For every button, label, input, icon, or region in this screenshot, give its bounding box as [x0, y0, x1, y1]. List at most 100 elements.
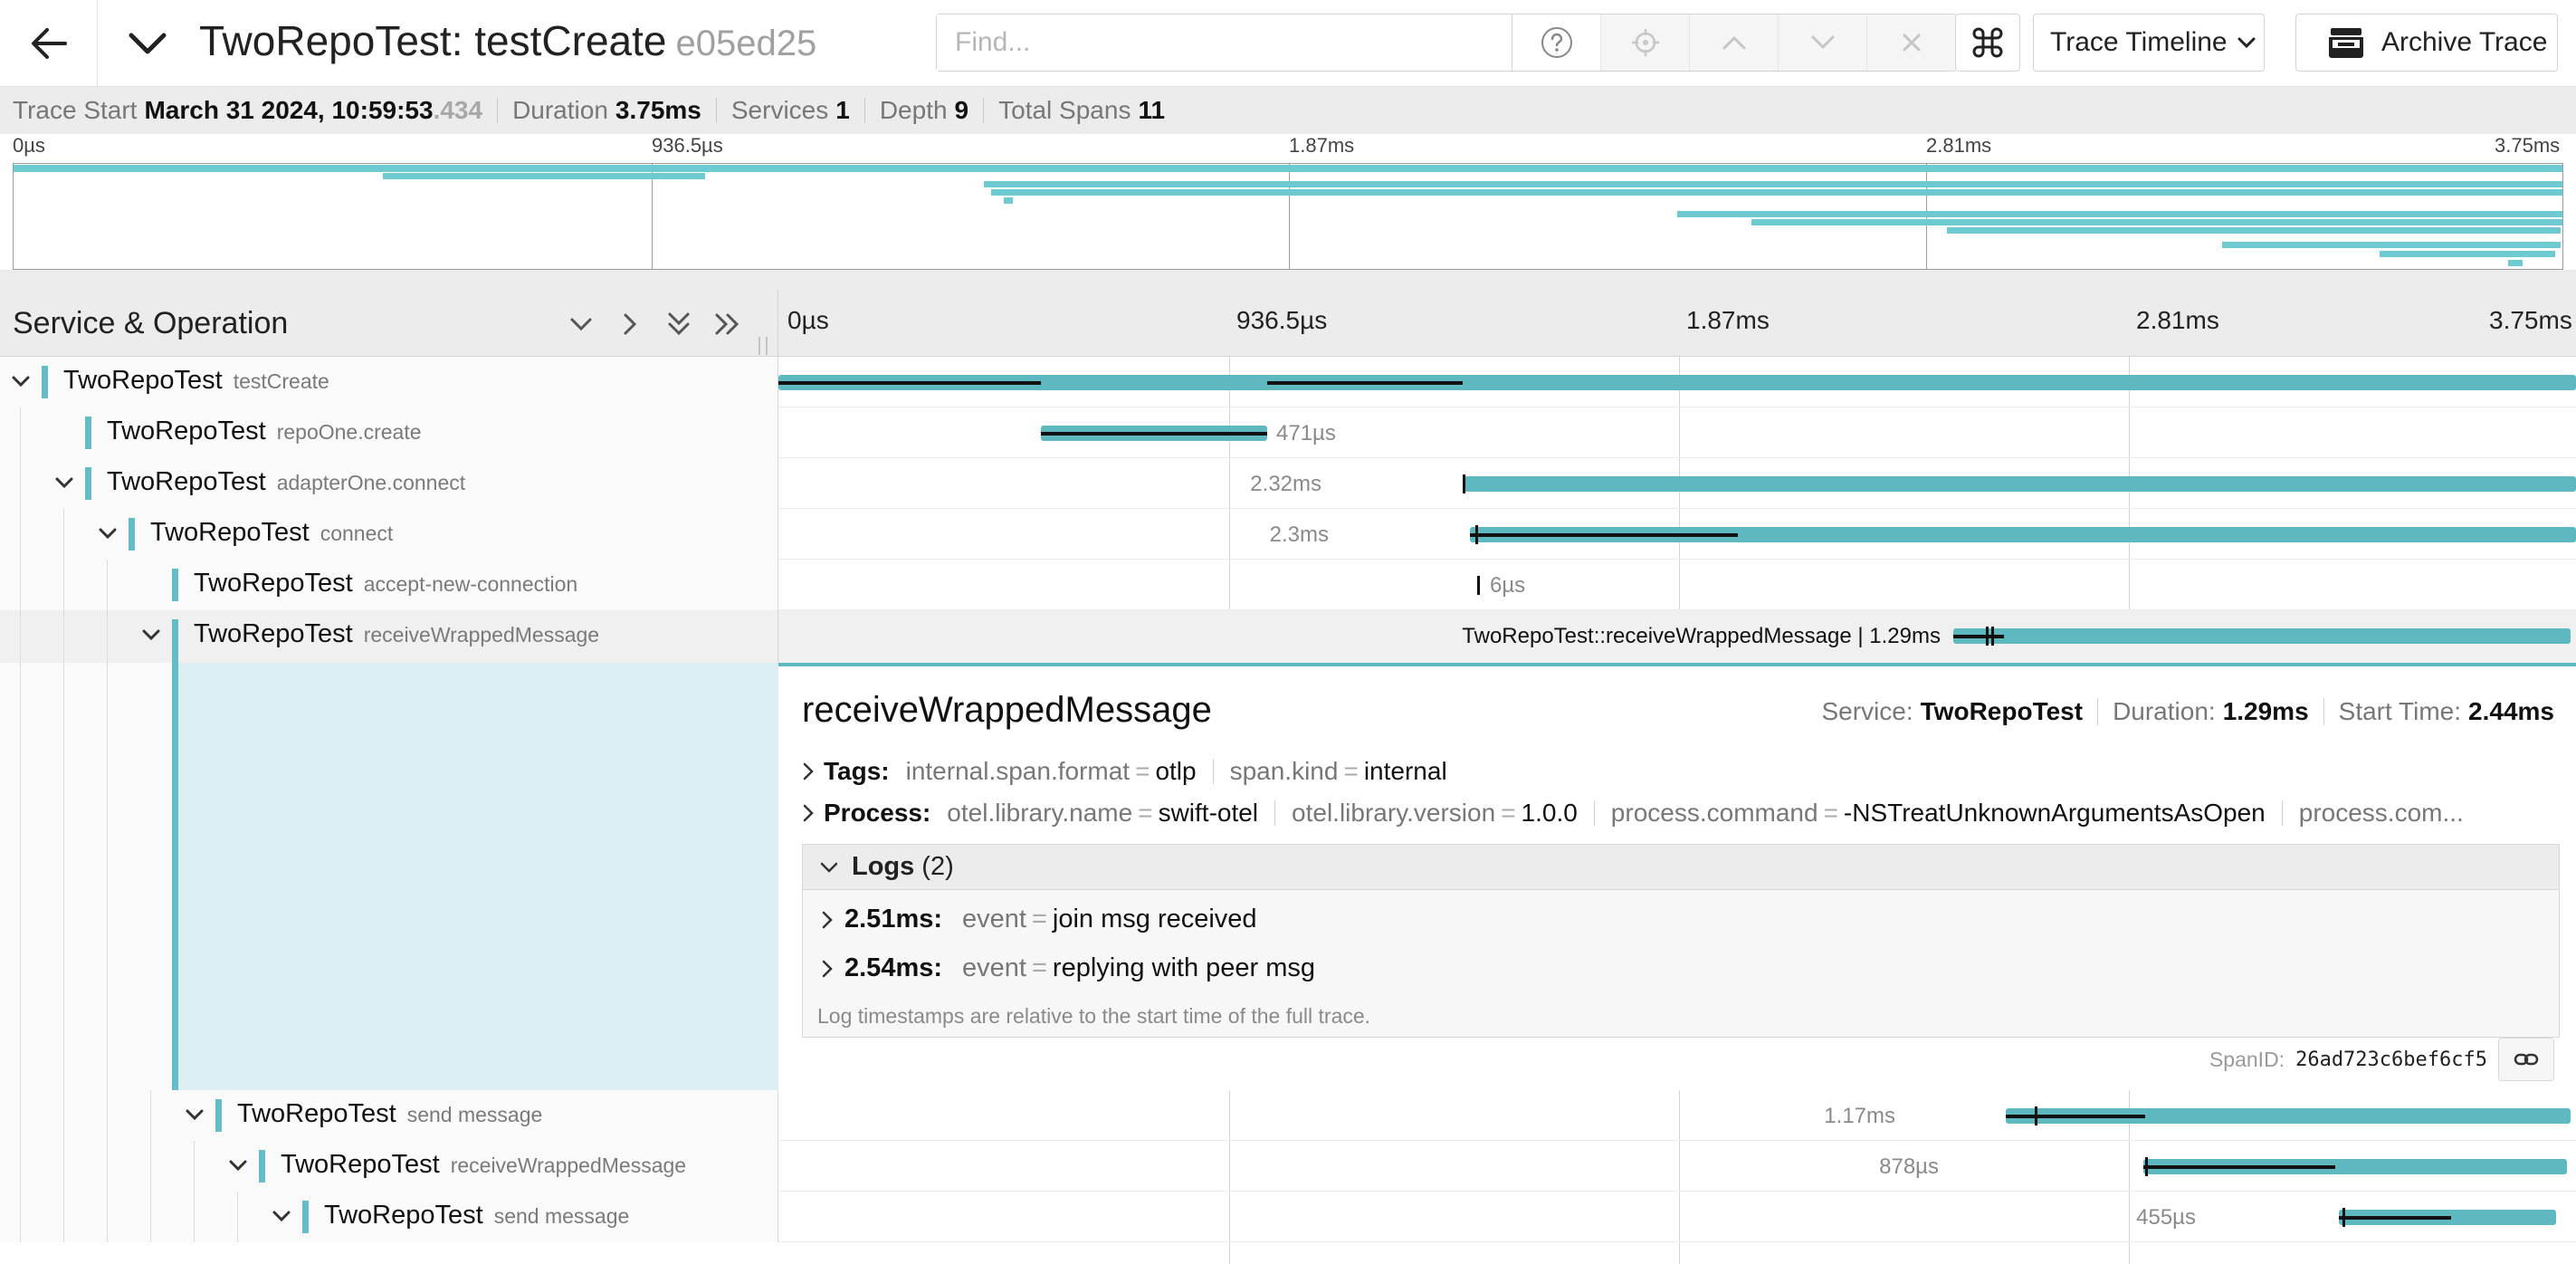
- service-label: Service:: [1821, 697, 1913, 725]
- log-entry[interactable]: 2.51ms: event = join msg received: [821, 905, 1274, 934]
- back-button[interactable]: [0, 0, 98, 87]
- span-bar[interactable]: [1953, 628, 2571, 644]
- process-section[interactable]: Process: otel.library.name = swift-otel ot…: [802, 799, 2560, 828]
- trace-minimap[interactable]: [13, 163, 2563, 270]
- logs-header[interactable]: Logs (2): [803, 845, 2559, 890]
- log-field: event = replying with peer msg: [962, 953, 1316, 982]
- span-row[interactable]: TwoRepoTest send message 1.17ms: [0, 1090, 2576, 1141]
- indent-guide: [20, 1192, 21, 1242]
- copy-link-button[interactable]: [2498, 1038, 2554, 1081]
- span-name-cell: TwoRepoTest connect: [0, 509, 778, 560]
- keyboard-shortcuts-button[interactable]: [1955, 14, 2020, 72]
- span-row[interactable]: TwoRepoTest adapterOne.connect 2.32ms: [0, 458, 2576, 509]
- clear-find-button[interactable]: [1867, 14, 1956, 71]
- span-row[interactable]: TwoRepoTest receiveWrappedMessage 878µs: [0, 1141, 2576, 1192]
- span-bar[interactable]: [1463, 476, 2576, 492]
- span-name-cell: TwoRepoTest send message: [0, 1192, 778, 1242]
- log-time: 2.54ms:: [844, 953, 943, 982]
- span-duration: 1.17ms: [1824, 1104, 1895, 1128]
- log-value: replying with peer msg: [1052, 953, 1316, 982]
- collapse-header-button[interactable]: [123, 22, 172, 65]
- expand-one-button[interactable]: [610, 306, 650, 342]
- span-toggle[interactable]: [7, 366, 34, 397]
- span-timeline-cell[interactable]: 1.17ms: [778, 1090, 2576, 1141]
- span-timeline-cell[interactable]: TwoRepoTest::receiveWrappedMessage | 1.2…: [778, 610, 2576, 663]
- span-row-selected[interactable]: TwoRepoTest receiveWrappedMessage TwoRepo…: [0, 610, 2576, 663]
- next-match-button[interactable]: [1779, 14, 1867, 71]
- depth-label: Depth: [879, 96, 948, 124]
- span-timeline-cell[interactable]: 471µs: [778, 407, 2576, 458]
- span-detail-panel: receiveWrappedMessage Service: TwoRepoTe…: [778, 663, 2576, 1090]
- divider: [1212, 759, 1214, 784]
- span-row[interactable]: TwoRepoTest repoOne.create 471µs: [0, 407, 2576, 458]
- locate-button[interactable]: [1601, 14, 1690, 71]
- log-entry[interactable]: 2.54ms: event = replying with peer msg: [821, 953, 1331, 983]
- chevron-down-icon: [569, 316, 593, 332]
- span-row[interactable]: TwoRepoTest connect 2.3ms: [0, 509, 2576, 560]
- trace-title-text: TwoRepoTest: testCreate: [199, 17, 667, 64]
- trace-start: Trace Start March 31 2024, 10:59:53.434: [13, 96, 482, 125]
- expand-all-button[interactable]: [708, 306, 748, 342]
- process-key: process.command: [1610, 799, 1818, 827]
- trace-duration: Duration 3.75ms: [512, 96, 701, 125]
- divider: [863, 98, 865, 123]
- span-toggle[interactable]: [138, 619, 165, 650]
- span-timeline-cell[interactable]: 2.3ms: [778, 509, 2576, 560]
- view-type-select[interactable]: Trace Timeline: [2033, 14, 2265, 72]
- span-service: TwoRepoTest: [150, 518, 310, 547]
- prev-match-button[interactable]: [1690, 14, 1779, 71]
- log-value: join msg received: [1052, 905, 1257, 934]
- archive-trace-button[interactable]: Archive Trace: [2295, 14, 2558, 72]
- minimap-span: [991, 189, 2562, 196]
- service-value: TwoRepoTest: [1920, 697, 2084, 725]
- span-toggle[interactable]: [181, 1099, 208, 1130]
- find-input[interactable]: [937, 14, 1512, 71]
- minimap-span: [2380, 251, 2555, 257]
- span-toggle[interactable]: [224, 1150, 252, 1181]
- chevron-down-icon: [128, 31, 167, 56]
- tags-section[interactable]: Tags: internal.span.format = otlp span.kin…: [802, 757, 1464, 786]
- span-duration: 878µs: [1879, 1154, 1939, 1179]
- logs-label: Logs: [852, 852, 915, 881]
- span-timeline-cell[interactable]: 2.32ms: [778, 458, 2576, 509]
- service-operation-header: Service & Operation: [0, 290, 778, 357]
- span-timeline-cell[interactable]: 878µs: [778, 1141, 2576, 1192]
- span-log-marker: [2035, 1106, 2037, 1125]
- indent-guide: [63, 663, 64, 1090]
- span-row[interactable]: TwoRepoTest send message 455µs: [0, 1192, 2576, 1242]
- divider: [1593, 800, 1595, 826]
- column-resizer[interactable]: [758, 337, 768, 355]
- chevron-down-icon: [98, 527, 118, 540]
- service-color-marker: [259, 1150, 265, 1183]
- span-toggle[interactable]: [94, 518, 121, 549]
- span-duration: 471µs: [1276, 421, 1336, 445]
- indent-guide: [20, 560, 21, 610]
- span-name-cell: TwoRepoTest send message: [0, 1090, 778, 1141]
- collapse-all-button[interactable]: [659, 306, 699, 342]
- span-bar[interactable]: [1477, 576, 1480, 595]
- find-help-button[interactable]: [1512, 14, 1601, 71]
- span-toggle[interactable]: [268, 1201, 295, 1231]
- span-id-label: SpanID:: [2209, 1047, 2285, 1071]
- timeline-tick-label: 936.5µs: [1236, 306, 1328, 334]
- span-row[interactable]: TwoRepoTest accept-new-connection 6µs: [0, 560, 2576, 610]
- process-value: -NSTreatUnknownArgumentsAsOpen: [1843, 799, 2266, 827]
- span-duration: 6µs: [1490, 573, 1526, 598]
- view-type-label: Trace Timeline: [2050, 27, 2228, 57]
- span-operation: connect: [320, 522, 394, 545]
- span-row[interactable]: TwoRepoTest testCreate: [0, 357, 2576, 407]
- timeline-tick-label: 1.87ms: [1686, 306, 1770, 334]
- span-timeline-cell[interactable]: 455µs: [778, 1192, 2576, 1242]
- indent-guide: [63, 1090, 64, 1141]
- process-label: Process:: [824, 799, 931, 827]
- minimap-span: [1947, 227, 2561, 234]
- logs-section: Logs (2) 2.51ms: event = join msg received…: [802, 844, 2560, 1038]
- span-label: TwoRepoTest receiveWrappedMessage: [194, 619, 599, 649]
- span-timeline-cell[interactable]: 6µs: [778, 560, 2576, 610]
- collapse-one-button[interactable]: [561, 306, 601, 342]
- span-timeline-cell[interactable]: [778, 357, 2576, 407]
- tag-item: internal.span.format = otlp: [905, 757, 1197, 785]
- process-item-truncated: process.com...: [2299, 799, 2464, 828]
- span-bar[interactable]: [778, 375, 2576, 390]
- span-toggle[interactable]: [51, 467, 78, 498]
